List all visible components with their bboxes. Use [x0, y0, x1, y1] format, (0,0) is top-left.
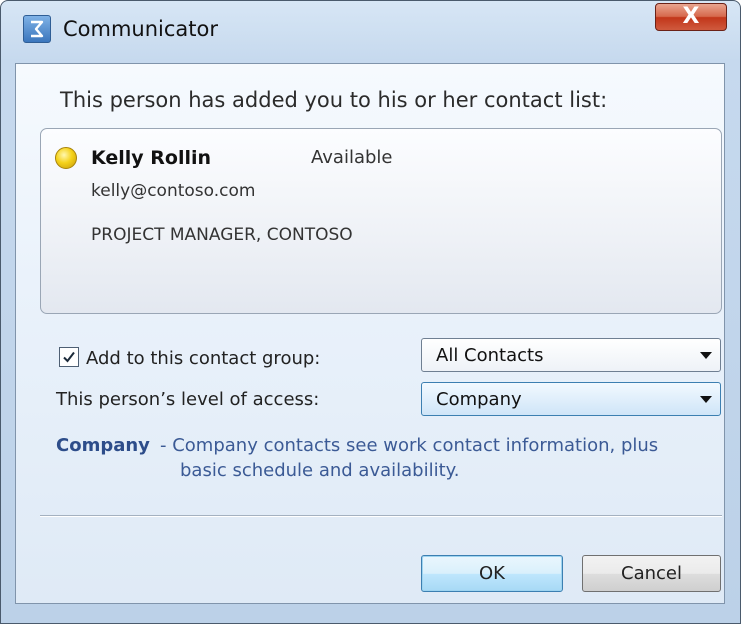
contact-job-title: PROJECT MANAGER, CONTOSO: [91, 225, 353, 245]
ok-button[interactable]: OK: [421, 555, 563, 592]
communicator-app-icon: [23, 15, 51, 43]
cancel-button[interactable]: Cancel: [582, 555, 721, 592]
contact-group-label: Add to this contact group:: [86, 348, 321, 369]
contact-group-select[interactable]: All Contacts: [421, 338, 721, 372]
dialog-window: Communicator X This person has added you…: [0, 0, 741, 624]
prompt-text: This person has added you to his or her …: [60, 88, 608, 112]
dialog-body: This person has added you to his or her …: [15, 63, 725, 604]
access-description-line1: - Company contacts see work contact info…: [160, 435, 659, 456]
chevron-down-icon: [700, 352, 712, 359]
contact-name: Kelly Rollin: [91, 147, 212, 169]
title-bar[interactable]: Communicator X: [1, 1, 740, 63]
access-level-value: Company: [436, 389, 522, 410]
contact-card: Kelly Rollin Available kelly@contoso.com…: [40, 128, 722, 314]
add-to-group-checkbox[interactable]: [59, 347, 79, 367]
close-icon: X: [682, 4, 700, 29]
check-icon: [63, 351, 75, 363]
close-button[interactable]: X: [655, 3, 727, 31]
access-level-label: This person’s level of access:: [56, 389, 320, 410]
separator: [40, 515, 722, 517]
window-title: Communicator: [63, 17, 219, 41]
access-level-select[interactable]: Company: [421, 382, 721, 416]
contact-group-value: All Contacts: [436, 345, 544, 366]
contact-status: Available: [311, 147, 393, 168]
access-description-name: Company: [56, 435, 150, 456]
access-description-line2: basic schedule and availability.: [180, 460, 460, 481]
contact-email: kelly@contoso.com: [91, 181, 256, 201]
presence-icon: [55, 147, 77, 169]
chevron-down-icon: [700, 396, 712, 403]
